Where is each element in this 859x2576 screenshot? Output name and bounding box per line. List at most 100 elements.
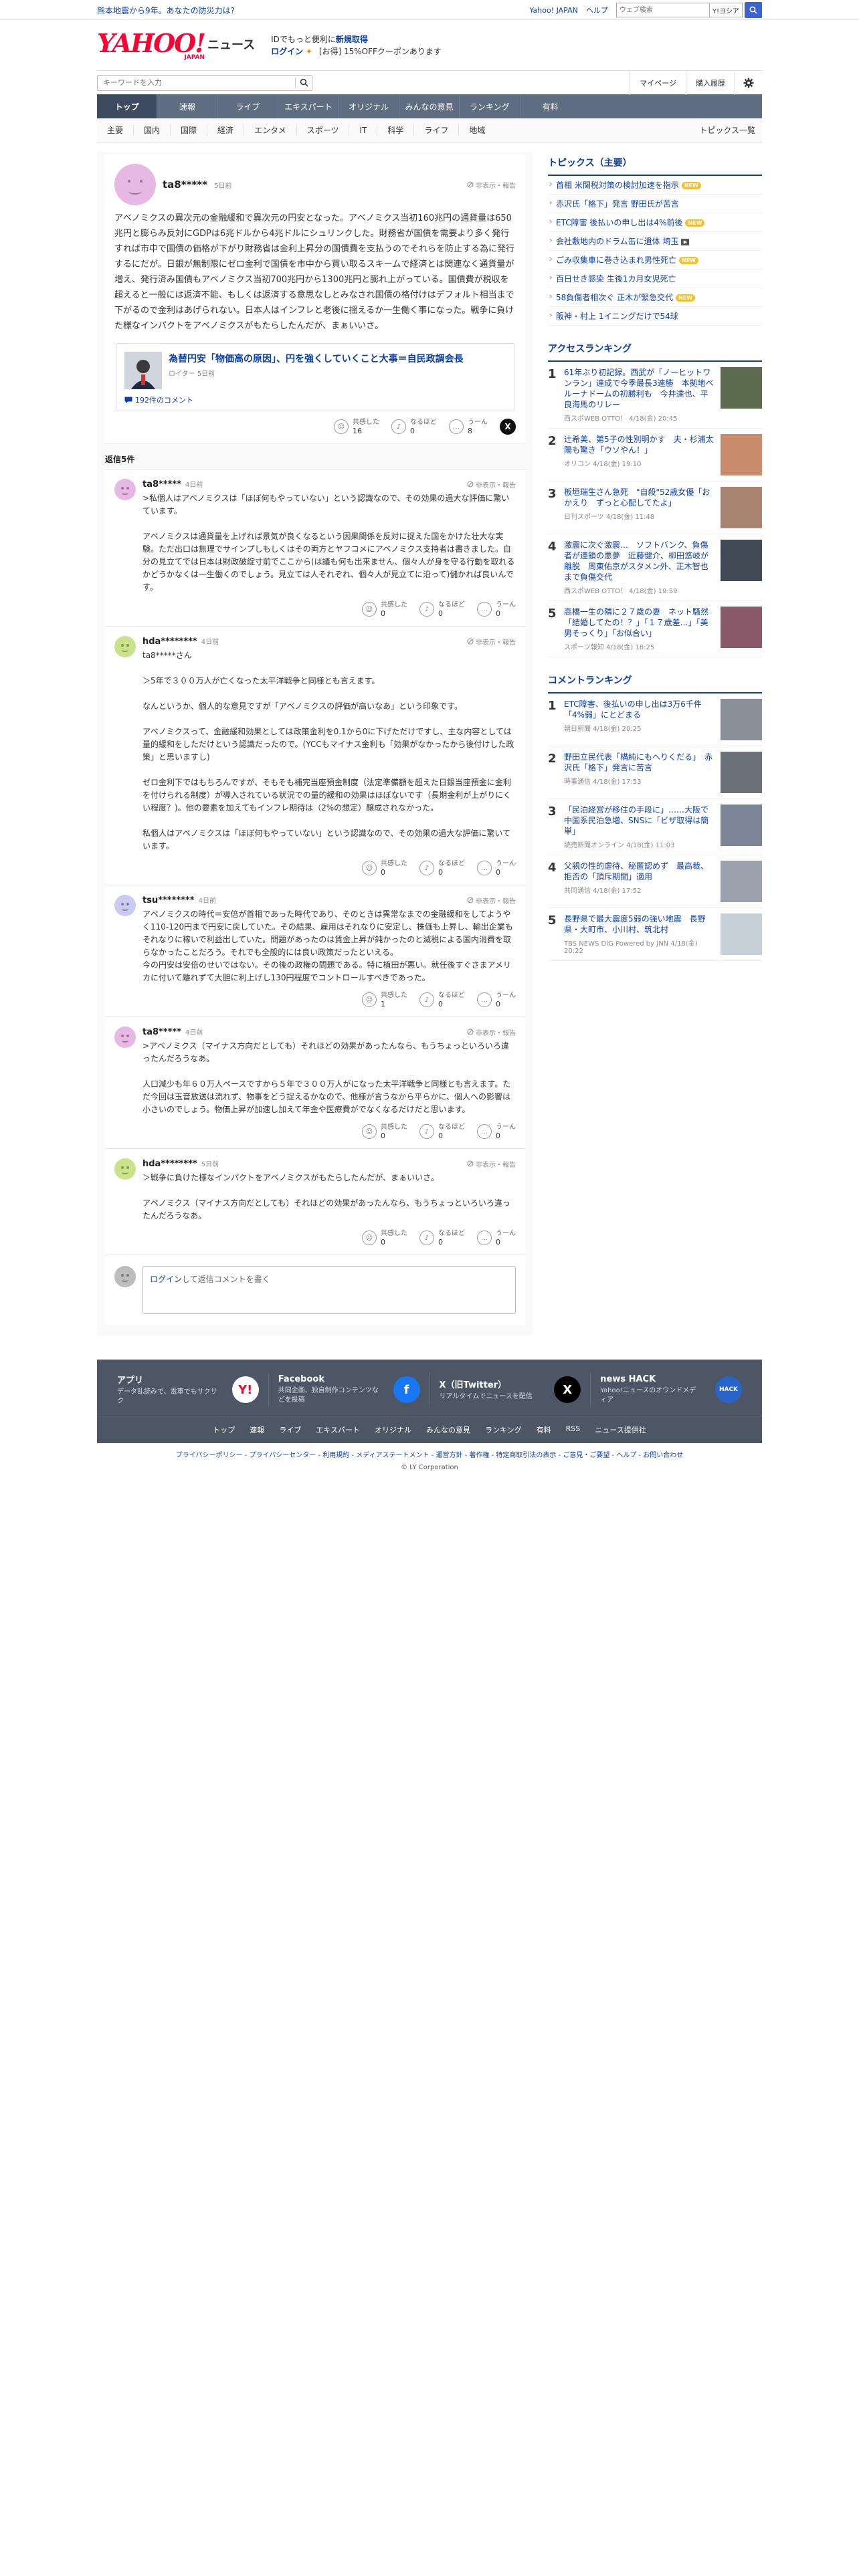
footer-nav-link[interactable]: トップ — [213, 1424, 235, 1435]
insightful-button[interactable]: ♪ なるほど 0 — [419, 601, 465, 618]
ranking-item[interactable]: 1 61年ぶり初記録。西武が「ノーヒットワンラン」達成で今季最長3連勝 本拠地ベル… — [548, 362, 762, 429]
avatar[interactable] — [114, 636, 136, 657]
category-main[interactable]: 主要 — [97, 124, 134, 136]
footer-nav-link[interactable]: ライブ — [279, 1424, 301, 1435]
yahoo-news-logo[interactable]: YAHOO! JAPAN ニュース — [97, 29, 255, 61]
footer-nav-link[interactable]: エキスパート — [316, 1424, 360, 1435]
agree-button[interactable]: ☺ 共感した 0 — [362, 601, 407, 618]
ranking-title[interactable]: 長野県で最大震度5弱の強い地震 長野県・大町市、小川村、筑北村 — [564, 914, 715, 935]
agree-button[interactable]: ☺ 共感した 0 — [362, 1123, 407, 1140]
topic-item[interactable]: 会社敷地内のドラム缶に遺体 埼玉▶ — [548, 232, 762, 251]
topic-link[interactable]: ETC障害 後払いの申し出は4%前後 — [556, 218, 682, 227]
reply-username[interactable]: hda******** — [142, 637, 197, 647]
hmm-button[interactable]: … うーん 0 — [477, 601, 516, 618]
ranking-title[interactable]: 高橋一生の隣に２７歳の妻 ネット騒然「結婚してたの！？」「１７歳差…」「美男そっ… — [564, 607, 715, 639]
ranking-item[interactable]: 3 板垣瑞生さん急死 "自殺"52歳女優「おかえり ずっと心配してたよ」 日刊スポー… — [548, 481, 762, 534]
login-link[interactable]: ログイン — [150, 1275, 182, 1284]
insightful-button[interactable]: ♪ なるほど 0 — [419, 859, 465, 877]
agree-button[interactable]: ☺ 共感した 16 — [334, 418, 379, 435]
ranking-title[interactable]: ETC障害、後払いの申し出は3万6千件「4%弱」にとどまる — [564, 699, 715, 720]
agree-button[interactable]: ☺ 共感した 0 — [362, 859, 407, 877]
footer-app-link[interactable]: アプリ データ乱読みで、電車でもサクサク Y! — [108, 1373, 269, 1406]
avatar[interactable] — [114, 1027, 136, 1048]
ranking-item[interactable]: 5 長野県で最大震度5弱の強い地震 長野県・大町市、小川村、筑北村 TBS NEWS… — [548, 908, 762, 961]
footer-nav-link[interactable]: 有料 — [537, 1424, 551, 1435]
linked-article[interactable]: 為替円安「物価高の原因」、円を強くしていくこと大事＝自民政調会長 ロイター 5日… — [116, 343, 514, 411]
news-search-button[interactable] — [296, 78, 312, 87]
footer-app-link[interactable]: news HACK Yahoo!ニュースのオウンドメディア HACK — [591, 1373, 751, 1406]
legal-links[interactable]: プライバシーポリシー - プライバシーセンター - 利用規約 - メディアステー… — [97, 1450, 762, 1462]
reply-textarea[interactable]: ログインして返信コメントを書く — [142, 1266, 516, 1314]
category-business[interactable]: 経済 — [207, 124, 245, 136]
disaster-notice-link[interactable]: 熊本地震から9年。あなたの防災力は? — [97, 5, 235, 16]
web-search-input[interactable] — [615, 3, 710, 17]
web-search-button[interactable] — [745, 2, 762, 18]
article-comment-count[interactable]: 192件のコメント — [124, 395, 506, 405]
insightful-button[interactable]: ♪ なるほど 0 — [419, 991, 465, 1008]
article-title[interactable]: 為替円安「物価高の原因」、円を強くしていくこと大事＝自民政調会長 — [169, 353, 464, 365]
category-entertainment[interactable]: エンタメ — [244, 124, 297, 136]
hide-report-button[interactable]: 非表示・報告 — [467, 1159, 516, 1169]
yahoo-japan-link[interactable]: Yahoo! JAPAN — [529, 6, 578, 15]
hmm-button[interactable]: … うーん 0 — [477, 1229, 516, 1247]
comment-username[interactable]: ta8***** — [163, 179, 207, 191]
ranking-title[interactable]: 「民泊経営が移住の手段に」……大阪で中国系民泊急増、SNSに「ビザ取得は簡単」 — [564, 804, 715, 837]
keyword-input[interactable] — [98, 75, 295, 90]
topic-item[interactable]: 阪神・村上 1イニングだけで54球 — [548, 307, 762, 326]
nav-original[interactable]: オリジナル — [339, 94, 399, 118]
topic-item[interactable]: 赤沢氏「格下」発言 野田氏が苦言 — [548, 195, 762, 213]
ranking-title[interactable]: 野田立民代表「構純にもへりくだる」 赤沢氏「格下」発言に苦言 — [564, 752, 715, 773]
footer-nav-link[interactable]: 速報 — [250, 1424, 264, 1435]
coupon-link[interactable]: [お得] 15%OFFクーポンあります — [319, 47, 442, 56]
topics-list-link[interactable]: トピックス一覧 — [699, 124, 762, 136]
category-world[interactable]: 国際 — [171, 124, 208, 136]
ranking-item[interactable]: 3 「民泊経営が移住の手段に」……大阪で中国系民泊急増、SNSに「ビザ取得は簡単」… — [548, 799, 762, 855]
ranking-title[interactable]: 61年ぶり初記録。西武が「ノーヒットワンラン」達成で今季最長3連勝 本拠地ベルー… — [564, 367, 715, 410]
category-sports[interactable]: スポーツ — [297, 124, 350, 136]
nav-ranking[interactable]: ランキング — [460, 94, 520, 118]
footer-nav-link[interactable]: みんなの意見 — [426, 1424, 470, 1435]
mypage-link[interactable]: マイページ — [630, 70, 686, 95]
reply-username[interactable]: ta8***** — [142, 479, 181, 490]
ranking-item[interactable]: 4 激震に次ぐ激震… ソフトバンク、負傷者が連鎖の悪夢 近藤健介、柳田悠岐が離脱 … — [548, 534, 762, 601]
insightful-button[interactable]: ♪ なるほど 0 — [391, 418, 437, 435]
search-engine-tag[interactable]: Y!ヨシア — [709, 3, 743, 17]
ranking-title[interactable]: 父親の性的虐待、秘匿認めず 最高裁、拒否の「頂斥期間」適用 — [564, 861, 715, 882]
ranking-item[interactable]: 5 高橋一生の隣に２７歳の妻 ネット騒然「結婚してたの！？」「１７歳差…」「美男そ… — [548, 601, 762, 657]
hmm-button[interactable]: … うーん 0 — [477, 1123, 516, 1140]
footer-app-link[interactable]: X（旧Twitter） リアルタイムでニュースを配信 X — [430, 1373, 591, 1406]
hide-report-button[interactable]: 非表示・報告 — [467, 895, 516, 905]
ranking-title[interactable]: 辻希美、第5子の性別明かす 夫・杉浦太陽も驚き「ウソやん！」 — [564, 434, 715, 455]
nav-live[interactable]: ライブ — [218, 94, 279, 118]
purchase-history-link[interactable]: 購入履歴 — [686, 70, 735, 95]
hide-report-button[interactable]: 非表示・報告 — [467, 1027, 516, 1037]
register-link[interactable]: 新規取得 — [336, 35, 368, 44]
footer-nav-link[interactable]: ランキング — [485, 1424, 522, 1435]
ranking-item[interactable]: 2 辻希美、第5子の性別明かす 夫・杉浦太陽も驚き「ウソやん！」 オリコン 4/18… — [548, 429, 762, 481]
avatar[interactable] — [114, 479, 136, 500]
settings-button[interactable] — [735, 70, 762, 95]
nav-breaking[interactable]: 速報 — [157, 94, 218, 118]
login-link[interactable]: ログイン — [271, 47, 303, 56]
topic-link[interactable]: 阪神・村上 1イニングだけで54球 — [556, 312, 678, 321]
topic-item[interactable]: 首相 米関税対策の検討加速を指示NEW — [548, 176, 762, 195]
reply-username[interactable]: tsu******** — [142, 895, 195, 905]
ranking-title[interactable]: 激震に次ぐ激震… ソフトバンク、負傷者が連鎖の悪夢 近藤健介、柳田悠岐が離脱 周… — [564, 540, 715, 582]
topic-link[interactable]: ごみ収集車に巻き込まれ男性死亡 — [556, 255, 676, 265]
agree-button[interactable]: ☺ 共感した 0 — [362, 1229, 407, 1247]
nav-top[interactable]: トップ — [97, 94, 158, 118]
footer-app-link[interactable]: Facebook 共同企画、独自制作コンテンツなどを投稿 f — [269, 1373, 430, 1406]
reply-username[interactable]: ta8***** — [142, 1027, 181, 1037]
category-science[interactable]: 科学 — [377, 124, 415, 136]
hmm-button[interactable]: … うーん 0 — [477, 991, 516, 1008]
insightful-button[interactable]: ♪ なるほど 0 — [419, 1229, 465, 1247]
topic-link[interactable]: 百日せき感染 生後1カ月女児死亡 — [556, 274, 676, 284]
ranking-item[interactable]: 4 父親の性的虐待、秘匿認めず 最高裁、拒否の「頂斥期間」適用 共同通信 4/18(… — [548, 855, 762, 908]
category-life[interactable]: ライフ — [414, 124, 460, 136]
avatar[interactable] — [114, 1158, 136, 1180]
avatar[interactable] — [114, 164, 156, 205]
topic-item[interactable]: ごみ収集車に巻き込まれ男性死亡NEW — [548, 251, 762, 270]
topic-item[interactable]: 58負傷者相次ぐ 正木が緊急交代NEW — [548, 288, 762, 307]
topic-link[interactable]: 会社敷地内のドラム缶に遺体 埼玉 — [556, 237, 678, 246]
footer-nav-link[interactable]: ニュース提供社 — [595, 1424, 646, 1435]
